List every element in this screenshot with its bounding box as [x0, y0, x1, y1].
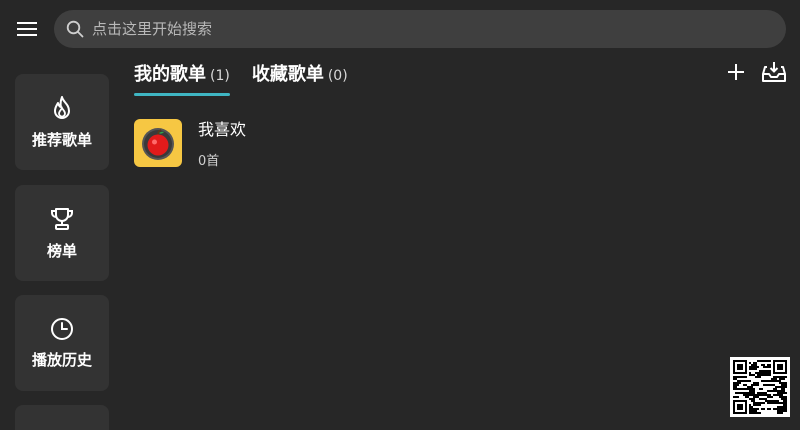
- qr-code-icon: [733, 360, 787, 414]
- sidebar-item-recommended-playlists[interactable]: 推荐歌单: [15, 74, 109, 170]
- plus-icon: [728, 64, 744, 80]
- tab-my-playlists[interactable]: 我的歌单 (1): [134, 60, 230, 96]
- menu-button[interactable]: [14, 16, 40, 42]
- inbox-download-icon: [762, 62, 786, 82]
- trophy-icon: [51, 207, 73, 230]
- playlist-song-count: 0首: [198, 154, 220, 169]
- sidebar-item-label: 推荐歌单: [31, 130, 92, 149]
- sidebar-item-play-history[interactable]: 播放历史: [15, 295, 109, 391]
- hamburger-menu-icon: [17, 22, 37, 36]
- clock-icon: [51, 317, 73, 340]
- playlist-item[interactable]: 我喜欢 0首: [134, 116, 246, 169]
- tab-label: 我的歌单: [134, 64, 206, 85]
- import-playlist-button[interactable]: [760, 58, 788, 86]
- search-bar[interactable]: [54, 10, 786, 48]
- tab-collected-playlists[interactable]: 收藏歌单 (0): [252, 60, 348, 96]
- tab-label: 收藏歌单: [251, 64, 324, 85]
- sidebar-item-label: 播放历史: [31, 350, 92, 369]
- sidebar-item-charts[interactable]: 榜单: [15, 185, 109, 281]
- qr-code: [730, 357, 790, 417]
- sidebar-item-partial[interactable]: [15, 405, 109, 430]
- tab-count: (0): [327, 68, 348, 84]
- add-playlist-button[interactable]: [722, 58, 750, 86]
- playlist-name: 我喜欢: [198, 120, 247, 139]
- apple-cover-icon: [142, 127, 174, 160]
- search-icon: [66, 20, 84, 38]
- playlist-actions: [712, 58, 788, 86]
- fire-icon: [54, 95, 70, 119]
- playlist-cover: [134, 118, 182, 167]
- tab-count: (1): [210, 68, 230, 84]
- sidebar-item-label: 榜单: [46, 241, 77, 260]
- playlist-tabs: 我的歌单 (1) 收藏歌单 (0): [134, 60, 370, 96]
- search-input[interactable]: [92, 20, 732, 38]
